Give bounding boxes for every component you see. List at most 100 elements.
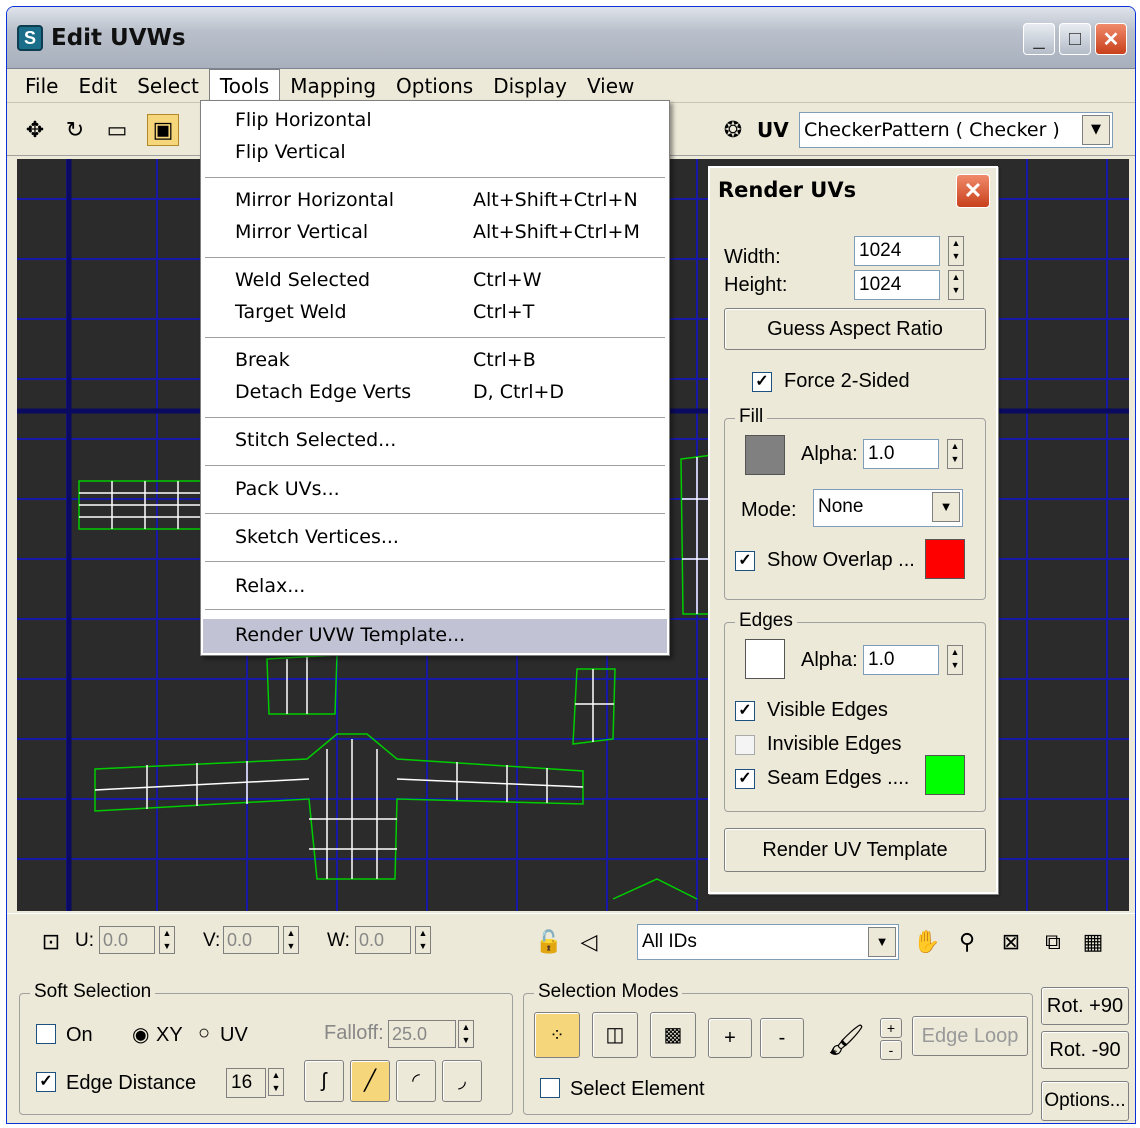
paint-grow-button[interactable]: + (880, 1018, 902, 1038)
menu-break[interactable]: Break (235, 349, 290, 371)
title-bar[interactable]: S Edit UVWs _ □ ✕ (7, 7, 1135, 69)
edge-alpha-input[interactable]: 1.0 (863, 645, 939, 675)
absolute-offset-icon[interactable]: ⊡ (35, 926, 67, 958)
w-spinner[interactable]: ▲ ▼ (415, 926, 431, 954)
zoom-icon[interactable]: ⚲ (951, 926, 983, 958)
falloff-spinner[interactable]: ▲ ▼ (458, 1020, 474, 1048)
falloff-input[interactable]: 25.0 (388, 1020, 456, 1048)
height-input[interactable]: 1024 (854, 270, 940, 300)
paint-shrink-button[interactable]: - (880, 1040, 902, 1060)
u-spinner[interactable]: ▲ ▼ (159, 926, 175, 954)
uv-label[interactable]: UV (757, 118, 789, 142)
menu-sketch-vertices[interactable]: Sketch Vertices... (235, 526, 399, 548)
maximize-button[interactable]: □ (1059, 23, 1091, 55)
chevron-down-icon[interactable]: ▼ (1082, 115, 1110, 145)
seam-edges-label: Seam Edges .... (767, 767, 910, 789)
scale-icon[interactable]: ▭ (101, 114, 133, 146)
guess-aspect-ratio-button[interactable]: Guess Aspect Ratio (724, 308, 986, 350)
chevron-down-icon[interactable]: ▼ (932, 492, 960, 522)
menu-tools[interactable]: Tools (208, 68, 281, 103)
uv-radio[interactable]: ○ (198, 1022, 210, 1045)
visible-edges-checkbox[interactable]: ✓ (735, 701, 755, 721)
u-input[interactable]: 0.0 (99, 926, 155, 954)
menu-file[interactable]: File (15, 70, 68, 102)
height-spinner[interactable]: ▲ ▼ (948, 270, 964, 300)
fill-alpha-input[interactable]: 1.0 (863, 439, 939, 469)
filter-icon[interactable]: ◁ (573, 926, 605, 958)
texture-select[interactable]: CheckerPattern ( Checker ) ▼ (799, 112, 1113, 148)
edge-mode-button[interactable]: ◫ (592, 1012, 638, 1058)
menu-edit[interactable]: Edit (68, 70, 127, 102)
select-element-checkbox[interactable] (540, 1078, 560, 1098)
menu-flip-horizontal[interactable]: Flip Horizontal (235, 109, 372, 131)
menu-mirror-horizontal[interactable]: Mirror Horizontal (235, 189, 394, 211)
show-overlap-checkbox[interactable]: ✓ (735, 551, 755, 571)
falloff-linear-button[interactable]: ╱ (350, 1060, 390, 1102)
menu-relax[interactable]: Relax... (235, 575, 305, 597)
menu-stitch-selected[interactable]: Stitch Selected... (235, 429, 396, 451)
v-input[interactable]: 0.0 (223, 926, 279, 954)
edge-distance-input[interactable]: 16 (226, 1068, 266, 1098)
force-2-sided-checkbox[interactable]: ✓ (752, 372, 772, 392)
fill-title: Fill (735, 406, 768, 428)
seam-color-swatch[interactable] (925, 755, 965, 795)
shrink-selection-button[interactable]: - (760, 1018, 804, 1058)
falloff-slow-out-button[interactable]: ◜ (396, 1060, 436, 1102)
material-id-select[interactable]: All IDs ▼ (637, 924, 899, 960)
vertex-mode-button[interactable]: ⁘ (534, 1012, 580, 1058)
overlap-color-swatch[interactable] (925, 539, 965, 579)
face-mode-button[interactable]: ▩ (650, 1012, 696, 1058)
menu-detach-edge-verts[interactable]: Detach Edge Verts (235, 381, 411, 403)
soft-on-checkbox[interactable] (36, 1024, 56, 1044)
zoom-region-icon[interactable]: ⊠ (995, 926, 1027, 958)
pan-hand-icon[interactable]: ✋ (911, 926, 943, 958)
falloff-fast-out-button[interactable]: ◞ (442, 1060, 482, 1102)
rotate-icon[interactable]: ↻ (59, 114, 91, 146)
menu-bar: File Edit Select Tools Mapping Options D… (7, 68, 1135, 103)
width-spinner[interactable]: ▲ ▼ (948, 236, 964, 266)
render-uv-template-button[interactable]: Render UV Template (724, 828, 986, 872)
xy-radio[interactable]: ◉ (132, 1022, 149, 1047)
seam-edges-checkbox[interactable]: ✓ (735, 769, 755, 789)
menu-mapping[interactable]: Mapping (280, 70, 386, 102)
menu-target-weld[interactable]: Target Weld (235, 301, 347, 323)
move-icon[interactable]: ✥ (19, 114, 51, 146)
menu-flip-vertical[interactable]: Flip Vertical (235, 141, 346, 163)
menu-weld-selected[interactable]: Weld Selected (235, 269, 370, 291)
edge-loop-button[interactable]: Edge Loop (912, 1016, 1028, 1056)
menu-render-uvw-template[interactable]: Render UVW Template... (235, 624, 465, 646)
grow-selection-button[interactable]: + (708, 1018, 752, 1058)
edge-color-swatch[interactable] (745, 639, 785, 679)
texture-globe-icon[interactable]: ❂ (717, 114, 749, 146)
edge-distance-checkbox[interactable]: ✓ (36, 1072, 56, 1092)
fill-color-swatch[interactable] (745, 435, 785, 475)
menu-view[interactable]: View (577, 70, 644, 102)
chevron-down-icon[interactable]: ▼ (868, 927, 896, 957)
menu-options[interactable]: Options (386, 70, 483, 102)
edge-alpha-spinner[interactable]: ▲ ▼ (947, 645, 963, 675)
lock-icon[interactable]: 🔓 (533, 926, 565, 958)
rotate-plus-90-button[interactable]: Rot. +90 (1041, 987, 1129, 1025)
invisible-edges-checkbox[interactable] (735, 735, 755, 755)
w-input[interactable]: 0.0 (355, 926, 411, 954)
v-spinner[interactable]: ▲ ▼ (283, 926, 299, 954)
fill-mode-select[interactable]: None ▼ (813, 489, 963, 527)
invisible-edges-label: Invisible Edges (767, 733, 902, 755)
zoom-extents-icon[interactable]: ⧉ (1037, 926, 1069, 958)
menu-mirror-vertical[interactable]: Mirror Vertical (235, 221, 368, 243)
menu-select[interactable]: Select (127, 70, 209, 102)
options-button[interactable]: Options... (1041, 1081, 1129, 1121)
close-button[interactable]: ✕ (1095, 23, 1127, 55)
paint-select-icon[interactable]: 🖌 (824, 1016, 868, 1064)
rotate-minus-90-button[interactable]: Rot. -90 (1041, 1031, 1129, 1069)
grid-snap-icon[interactable]: ▦ (1077, 926, 1109, 958)
falloff-smooth-button[interactable]: ʃ (304, 1060, 344, 1102)
minimize-button[interactable]: _ (1023, 23, 1055, 55)
menu-display[interactable]: Display (483, 70, 577, 102)
edge-distance-spinner[interactable]: ▲ ▼ (268, 1068, 284, 1096)
close-icon[interactable]: ✕ (956, 174, 990, 208)
freeform-icon[interactable]: ▣ (147, 114, 179, 146)
menu-pack-uvs[interactable]: Pack UVs... (235, 478, 340, 500)
width-input[interactable]: 1024 (854, 236, 940, 266)
fill-alpha-spinner[interactable]: ▲ ▼ (947, 439, 963, 469)
